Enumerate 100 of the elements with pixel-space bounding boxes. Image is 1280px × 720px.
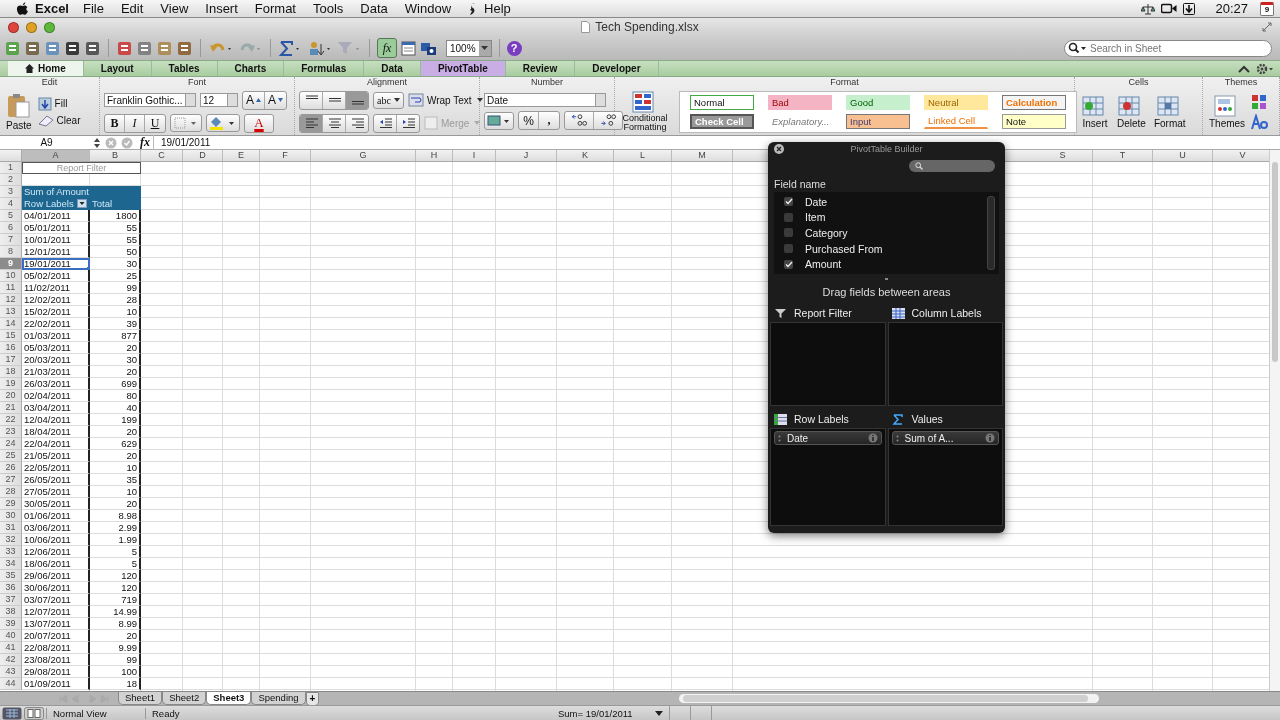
- field-item[interactable]: Purchased From: [784, 242, 987, 255]
- themes-button[interactable]: Themes: [1207, 94, 1248, 129]
- row-header[interactable]: 8: [0, 246, 22, 258]
- grow-font-button[interactable]: A: [243, 91, 265, 109]
- column-header[interactable]: G: [311, 150, 416, 161]
- field-item[interactable]: Amount: [784, 258, 987, 271]
- row-header[interactable]: 20: [0, 390, 22, 402]
- row-header[interactable]: 33: [0, 546, 22, 558]
- gallery-icon[interactable]: [400, 39, 417, 57]
- cell-style-button[interactable]: Bad: [768, 94, 832, 110]
- cell-style-button[interactable]: Good: [846, 94, 910, 110]
- row-header[interactable]: 3: [0, 186, 22, 198]
- checkbox[interactable]: [784, 259, 793, 269]
- page-layout-icon[interactable]: [24, 706, 44, 720]
- ribbon-tab[interactable]: Data: [364, 61, 421, 76]
- column-header[interactable]: T: [1093, 150, 1153, 161]
- horizontal-align-button[interactable]: [300, 114, 323, 132]
- resize-handle[interactable]: [885, 278, 888, 280]
- menu-item[interactable]: Excel: [35, 1, 69, 16]
- cell-style-button[interactable]: Note: [1002, 113, 1066, 129]
- sum-dropdown[interactable]: Sum= 19/01/2011: [554, 707, 667, 719]
- calendar-icon[interactable]: 9: [1260, 1, 1274, 16]
- fullscreen-icon[interactable]: [1262, 22, 1272, 32]
- cell-style-button[interactable]: Normal: [690, 94, 754, 110]
- row-header[interactable]: 42: [0, 654, 22, 666]
- row-header[interactable]: 6: [0, 222, 22, 234]
- cells-button[interactable]: Format: [1151, 94, 1188, 129]
- italic-button[interactable]: I: [125, 114, 145, 132]
- row-header[interactable]: 10: [0, 270, 22, 282]
- cells-button[interactable]: Insert: [1079, 94, 1111, 129]
- row-header[interactable]: 41: [0, 642, 22, 654]
- sheet-tab[interactable]: Spending: [251, 692, 306, 705]
- ribbon-tab[interactable]: Review: [505, 61, 576, 76]
- row-header[interactable]: 5: [0, 210, 22, 222]
- shrink-font-button[interactable]: A: [265, 91, 287, 109]
- column-header[interactable]: M: [672, 150, 733, 161]
- fill-button[interactable]: Fill: [37, 96, 81, 111]
- column-header[interactable]: I: [453, 150, 496, 161]
- menu-item[interactable]: Edit: [120, 1, 144, 16]
- menu-item[interactable]: View: [160, 1, 189, 16]
- ribbon-tab[interactable]: Formulas: [284, 61, 365, 76]
- menu-clock[interactable]: 20:27: [1215, 1, 1248, 16]
- row-header[interactable]: 25: [0, 450, 22, 462]
- checkbox[interactable]: [784, 244, 793, 254]
- column-header[interactable]: H: [416, 150, 453, 161]
- name-box[interactable]: A9: [4, 137, 89, 148]
- row-header[interactable]: 16: [0, 342, 22, 354]
- column-header[interactable]: C: [141, 150, 183, 161]
- row-header[interactable]: 40: [0, 630, 22, 642]
- menu-item[interactable]: Tools: [313, 1, 344, 16]
- zoom-dropdown[interactable]: 100%: [446, 39, 492, 57]
- field-item[interactable]: Category: [784, 227, 987, 239]
- drop-area[interactable]: Date: [770, 428, 886, 526]
- column-header[interactable]: D: [183, 150, 223, 161]
- column-header[interactable]: A: [22, 150, 90, 161]
- currency-icon[interactable]: [484, 111, 514, 130]
- horizontal-scrollbar[interactable]: [679, 694, 1100, 703]
- row-header[interactable]: 4: [0, 198, 22, 210]
- font-name-dropdown[interactable]: Franklin Gothic...: [104, 93, 196, 107]
- settings-icon[interactable]: [1256, 62, 1274, 75]
- bold-button[interactable]: B: [105, 114, 125, 132]
- menu-item[interactable]: Insert: [205, 1, 238, 16]
- minimize-window-button[interactable]: [26, 21, 37, 33]
- row-header[interactable]: 1: [0, 162, 22, 174]
- row-header[interactable]: 26: [0, 462, 22, 474]
- borders-icon[interactable]: [170, 114, 202, 132]
- cell-style-button[interactable]: Neutral: [924, 94, 988, 110]
- row-header[interactable]: 13: [0, 306, 22, 318]
- scale-icon[interactable]: [1141, 2, 1156, 15]
- stepper-icon[interactable]: [93, 136, 101, 149]
- row-header[interactable]: 28: [0, 486, 22, 498]
- column-header[interactable]: F: [260, 150, 311, 161]
- close-icon[interactable]: [774, 144, 784, 154]
- info-icon[interactable]: [985, 433, 995, 443]
- menu-item[interactable]: File: [83, 1, 104, 16]
- row-header[interactable]: 36: [0, 582, 22, 594]
- row-header[interactable]: 43: [0, 666, 22, 678]
- paste-button[interactable]: Paste: [4, 92, 34, 131]
- row-header[interactable]: 21: [0, 402, 22, 414]
- ribbon-tab[interactable]: PivotTable: [420, 61, 506, 76]
- font-color-button[interactable]: A: [244, 113, 274, 133]
- row-header[interactable]: 35: [0, 570, 22, 582]
- sheet-tab[interactable]: Sheet2: [162, 692, 207, 705]
- search-icon[interactable]: [1068, 42, 1088, 54]
- row-header[interactable]: 37: [0, 594, 22, 606]
- normal-view-icon[interactable]: [2, 706, 22, 720]
- row-header[interactable]: 39: [0, 618, 22, 630]
- fill-color-icon[interactable]: [206, 114, 240, 132]
- column-header[interactable]: J: [496, 150, 557, 161]
- apple-icon[interactable]: [16, 1, 29, 16]
- orientation-button[interactable]: abc: [373, 91, 404, 109]
- menu-item[interactable]: Help: [484, 1, 511, 16]
- field-item[interactable]: Date: [784, 195, 987, 208]
- column-header[interactable]: U: [1153, 150, 1213, 161]
- sort-icon[interactable]: [307, 39, 333, 57]
- column-header[interactable]: K: [557, 150, 614, 161]
- wrap-text-button[interactable]: Wrap Text: [407, 93, 483, 107]
- drop-area[interactable]: Sum of A...: [887, 428, 1003, 526]
- video-camera-icon[interactable]: [1161, 3, 1178, 14]
- theme-fonts-icon[interactable]: [1251, 113, 1270, 130]
